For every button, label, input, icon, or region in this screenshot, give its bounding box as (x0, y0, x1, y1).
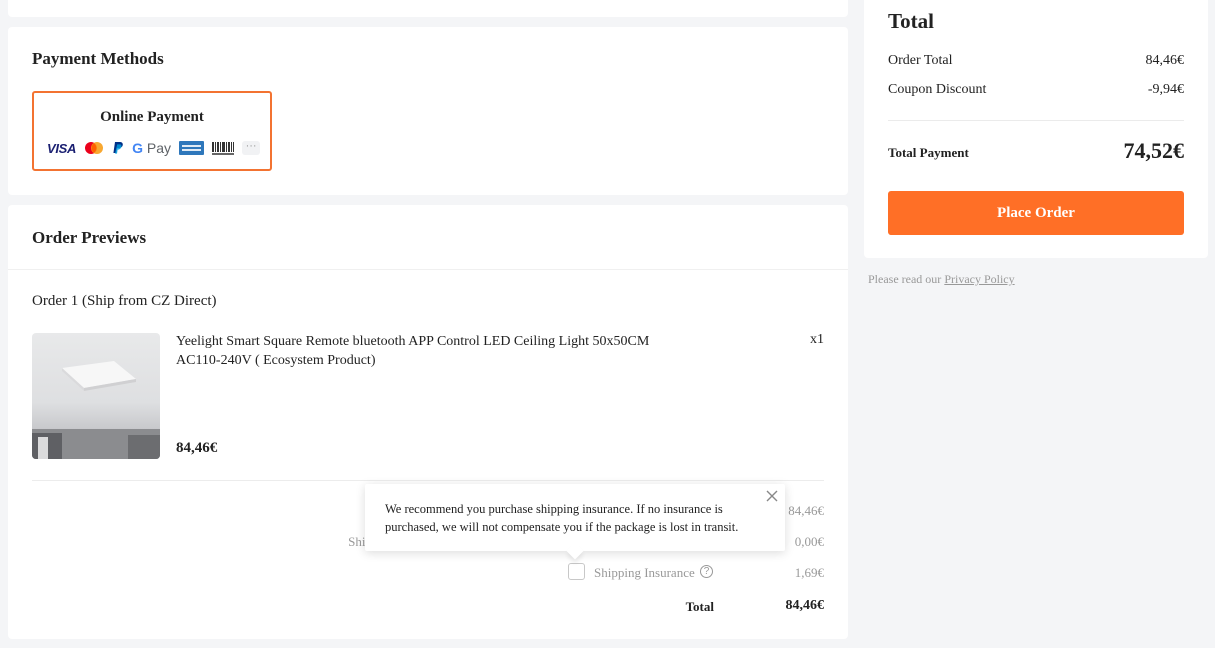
paypal-icon (113, 142, 123, 154)
help-icon[interactable]: ? (700, 565, 713, 578)
coupon-discount-label: Coupon Discount (888, 82, 987, 97)
amex-icon (179, 141, 205, 155)
privacy-prefix: Please read our (868, 272, 945, 286)
divider (32, 480, 824, 481)
order-total-label: Total (685, 599, 714, 614)
payment-brand-icons: VISA G Pay ··· (47, 139, 261, 157)
divider (888, 120, 1184, 121)
total-payment-value: 74,52€ (1123, 138, 1185, 163)
mastercard-icon (85, 142, 104, 154)
previous-section-card (8, 0, 848, 17)
product-price: 84,46€ (176, 440, 218, 456)
privacy-policy-link[interactable]: Privacy Policy (944, 272, 1014, 286)
product-quantity: x1 (810, 332, 824, 347)
shipping-insurance-checkbox[interactable] (568, 563, 585, 580)
payment-methods-card: Payment Methods Online Payment VISA G Pa… (8, 27, 848, 195)
tooltip-text: We recommend you purchase shipping insur… (385, 502, 739, 534)
product-name[interactable]: Yeelight Smart Square Remote bluetooth A… (176, 332, 676, 370)
boleto-barcode-icon (212, 141, 235, 155)
subtotal-value: 84,46€ (788, 503, 824, 518)
shipping-insurance-label[interactable]: Shipping Insurance (594, 565, 695, 581)
order-summary-card: Total Order Total 84,46€ Coupon Discount… (864, 0, 1208, 258)
order-heading: Order 1 (Ship from CZ Direct) (32, 293, 217, 309)
divider (8, 269, 848, 270)
online-payment-label: Online Payment (100, 109, 204, 125)
privacy-notice: Please read our Privacy Policy (868, 272, 1015, 287)
product-image[interactable] (32, 333, 160, 459)
payment-methods-title: Payment Methods (32, 49, 164, 68)
order-total-label: Order Total (888, 53, 953, 68)
more-payment-icon: ··· (242, 141, 261, 155)
google-pay-icon: G Pay (132, 140, 172, 156)
place-order-button[interactable]: Place Order (888, 191, 1184, 235)
total-payment-label: Total Payment (888, 145, 969, 160)
order-total-value: 84,46€ (785, 598, 825, 613)
order-previews-title: Order Previews (32, 228, 147, 247)
insurance-tooltip: We recommend you purchase shipping insur… (365, 484, 785, 560)
visa-icon: VISA (47, 140, 77, 156)
coupon-discount-value: -9,94€ (1147, 82, 1184, 97)
shipping-value: 0,00€ (794, 534, 824, 549)
close-icon[interactable] (765, 489, 779, 503)
shipping-insurance-value: 1,69€ (794, 565, 824, 580)
summary-title: Total (888, 9, 934, 33)
online-payment-option[interactable]: Online Payment VISA G Pay ··· (32, 91, 272, 171)
order-total-value: 84,46€ (1145, 53, 1185, 68)
order-previews-card: Order Previews Order 1 (Ship from CZ Dir… (8, 205, 848, 639)
